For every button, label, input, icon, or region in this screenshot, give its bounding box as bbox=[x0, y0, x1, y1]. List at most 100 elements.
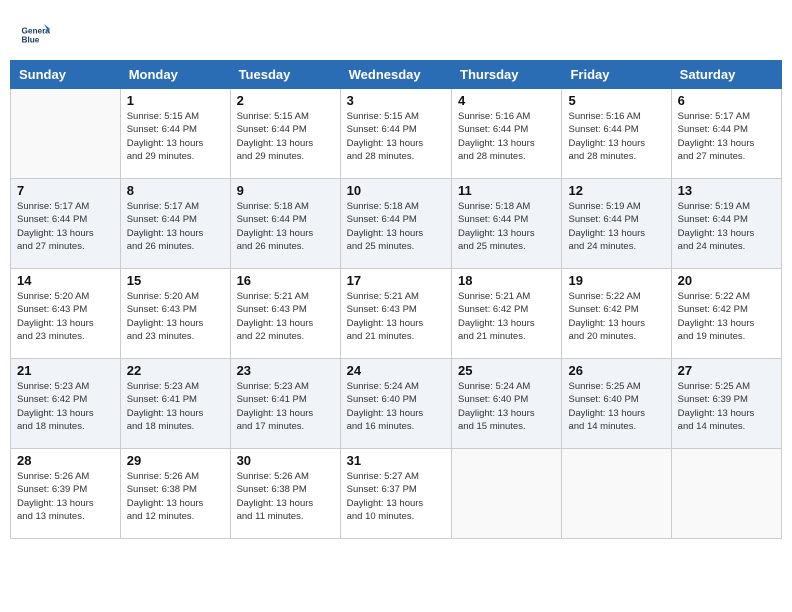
day-number: 26 bbox=[568, 363, 664, 378]
calendar-cell: 12Sunrise: 5:19 AM Sunset: 6:44 PM Dayli… bbox=[562, 179, 671, 269]
day-number: 21 bbox=[17, 363, 114, 378]
calendar-cell bbox=[452, 449, 562, 539]
header-sunday: Sunday bbox=[11, 61, 121, 89]
calendar-cell: 15Sunrise: 5:20 AM Sunset: 6:43 PM Dayli… bbox=[120, 269, 230, 359]
day-number: 2 bbox=[237, 93, 334, 108]
calendar-cell: 8 Sunrise: 5:17 AM Sunset: 6:44 PM Daylig… bbox=[120, 179, 230, 269]
header-thursday: Thursday bbox=[452, 61, 562, 89]
calendar-cell: 2 Sunrise: 5:15 AM Sunset: 6:44 PM Daylig… bbox=[230, 89, 340, 179]
day-info: Sunrise: 5:26 AM Sunset: 6:38 PM Dayligh… bbox=[237, 470, 334, 523]
calendar-cell: 1 Sunrise: 5:15 AM Sunset: 6:44 PM Daylig… bbox=[120, 89, 230, 179]
calendar-table: SundayMondayTuesdayWednesdayThursdayFrid… bbox=[10, 60, 782, 539]
calendar-cell: 6Sunrise: 5:17 AM Sunset: 6:44 PM Daylig… bbox=[671, 89, 781, 179]
calendar-cell: 30Sunrise: 5:26 AM Sunset: 6:38 PM Dayli… bbox=[230, 449, 340, 539]
calendar-cell bbox=[671, 449, 781, 539]
day-info: Sunrise: 5:25 AM Sunset: 6:40 PM Dayligh… bbox=[568, 380, 664, 433]
day-number: 28 bbox=[17, 453, 114, 468]
day-number: 22 bbox=[127, 363, 224, 378]
calendar-week-1: 1 Sunrise: 5:15 AM Sunset: 6:44 PM Daylig… bbox=[11, 89, 782, 179]
calendar-cell: 3 Sunrise: 5:15 AM Sunset: 6:44 PM Daylig… bbox=[340, 89, 451, 179]
day-number: 1 bbox=[127, 93, 224, 108]
calendar-cell: 27Sunrise: 5:25 AM Sunset: 6:39 PM Dayli… bbox=[671, 359, 781, 449]
calendar-cell: 4 Sunrise: 5:16 AM Sunset: 6:44 PM Daylig… bbox=[452, 89, 562, 179]
day-number: 5 bbox=[568, 93, 664, 108]
calendar-cell: 28 Sunrise: 5:26 AM Sunset: 6:39 PM Dayli… bbox=[11, 449, 121, 539]
calendar-cell bbox=[11, 89, 121, 179]
header-wednesday: Wednesday bbox=[340, 61, 451, 89]
day-info: Sunrise: 5:19 AM Sunset: 6:44 PM Dayligh… bbox=[678, 200, 775, 253]
day-number: 16 bbox=[237, 273, 334, 288]
logo: General Blue bbox=[20, 20, 52, 50]
day-number: 3 bbox=[347, 93, 445, 108]
day-info: Sunrise: 5:21 AM Sunset: 6:43 PM Dayligh… bbox=[347, 290, 445, 343]
day-number: 19 bbox=[568, 273, 664, 288]
calendar-cell: 25 Sunrise: 5:24 AM Sunset: 6:40 PM Dayli… bbox=[452, 359, 562, 449]
day-number: 7 bbox=[17, 183, 114, 198]
day-info: Sunrise: 5:16 AM Sunset: 6:44 PM Dayligh… bbox=[568, 110, 664, 163]
day-info: Sunrise: 5:15 AM Sunset: 6:44 PM Dayligh… bbox=[127, 110, 224, 163]
calendar-cell: 13 Sunrise: 5:19 AM Sunset: 6:44 PM Dayli… bbox=[671, 179, 781, 269]
day-number: 24 bbox=[347, 363, 445, 378]
day-info: Sunrise: 5:26 AM Sunset: 6:39 PM Dayligh… bbox=[17, 470, 114, 523]
day-number: 8 bbox=[127, 183, 224, 198]
calendar-week-3: 14 Sunrise: 5:20 AM Sunset: 6:43 PM Dayli… bbox=[11, 269, 782, 359]
day-info: Sunrise: 5:17 AM Sunset: 6:44 PM Dayligh… bbox=[127, 200, 224, 253]
day-info: Sunrise: 5:26 AM Sunset: 6:38 PM Dayligh… bbox=[127, 470, 224, 523]
logo-icon: General Blue bbox=[20, 20, 50, 50]
day-info: Sunrise: 5:23 AM Sunset: 6:41 PM Dayligh… bbox=[127, 380, 224, 433]
day-number: 17 bbox=[347, 273, 445, 288]
day-number: 4 bbox=[458, 93, 555, 108]
day-info: Sunrise: 5:18 AM Sunset: 6:44 PM Dayligh… bbox=[347, 200, 445, 253]
day-number: 18 bbox=[458, 273, 555, 288]
calendar-cell: 11 Sunrise: 5:18 AM Sunset: 6:44 PM Dayli… bbox=[452, 179, 562, 269]
header-friday: Friday bbox=[562, 61, 671, 89]
page-header: General Blue bbox=[10, 10, 782, 55]
calendar-cell: 5 Sunrise: 5:16 AM Sunset: 6:44 PM Daylig… bbox=[562, 89, 671, 179]
day-number: 23 bbox=[237, 363, 334, 378]
day-info: Sunrise: 5:19 AM Sunset: 6:44 PM Dayligh… bbox=[568, 200, 664, 253]
calendar-week-4: 21 Sunrise: 5:23 AM Sunset: 6:42 PM Dayli… bbox=[11, 359, 782, 449]
day-number: 25 bbox=[458, 363, 555, 378]
day-info: Sunrise: 5:18 AM Sunset: 6:44 PM Dayligh… bbox=[237, 200, 334, 253]
calendar-cell: 7 Sunrise: 5:17 AM Sunset: 6:44 PM Daylig… bbox=[11, 179, 121, 269]
day-number: 14 bbox=[17, 273, 114, 288]
day-info: Sunrise: 5:22 AM Sunset: 6:42 PM Dayligh… bbox=[678, 290, 775, 343]
calendar-cell: 20 Sunrise: 5:22 AM Sunset: 6:42 PM Dayli… bbox=[671, 269, 781, 359]
day-info: Sunrise: 5:21 AM Sunset: 6:43 PM Dayligh… bbox=[237, 290, 334, 343]
day-info: Sunrise: 5:16 AM Sunset: 6:44 PM Dayligh… bbox=[458, 110, 555, 163]
day-info: Sunrise: 5:24 AM Sunset: 6:40 PM Dayligh… bbox=[347, 380, 445, 433]
calendar-week-2: 7 Sunrise: 5:17 AM Sunset: 6:44 PM Daylig… bbox=[11, 179, 782, 269]
day-number: 13 bbox=[678, 183, 775, 198]
calendar-cell: 16 Sunrise: 5:21 AM Sunset: 6:43 PM Dayli… bbox=[230, 269, 340, 359]
svg-text:Blue: Blue bbox=[22, 36, 40, 45]
day-info: Sunrise: 5:22 AM Sunset: 6:42 PM Dayligh… bbox=[568, 290, 664, 343]
calendar-cell: 9 Sunrise: 5:18 AM Sunset: 6:44 PM Daylig… bbox=[230, 179, 340, 269]
calendar-cell: 29 Sunrise: 5:26 AM Sunset: 6:38 PM Dayli… bbox=[120, 449, 230, 539]
day-info: Sunrise: 5:15 AM Sunset: 6:44 PM Dayligh… bbox=[237, 110, 334, 163]
day-number: 11 bbox=[458, 183, 555, 198]
day-info: Sunrise: 5:23 AM Sunset: 6:42 PM Dayligh… bbox=[17, 380, 114, 433]
calendar-cell: 31Sunrise: 5:27 AM Sunset: 6:37 PM Dayli… bbox=[340, 449, 451, 539]
day-info: Sunrise: 5:15 AM Sunset: 6:44 PM Dayligh… bbox=[347, 110, 445, 163]
day-number: 10 bbox=[347, 183, 445, 198]
calendar-cell: 19 Sunrise: 5:22 AM Sunset: 6:42 PM Dayli… bbox=[562, 269, 671, 359]
header-tuesday: Tuesday bbox=[230, 61, 340, 89]
day-info: Sunrise: 5:18 AM Sunset: 6:44 PM Dayligh… bbox=[458, 200, 555, 253]
calendar-cell bbox=[562, 449, 671, 539]
day-info: Sunrise: 5:21 AM Sunset: 6:42 PM Dayligh… bbox=[458, 290, 555, 343]
calendar-cell: 26 Sunrise: 5:25 AM Sunset: 6:40 PM Dayli… bbox=[562, 359, 671, 449]
day-info: Sunrise: 5:25 AM Sunset: 6:39 PM Dayligh… bbox=[678, 380, 775, 433]
day-info: Sunrise: 5:23 AM Sunset: 6:41 PM Dayligh… bbox=[237, 380, 334, 433]
day-info: Sunrise: 5:24 AM Sunset: 6:40 PM Dayligh… bbox=[458, 380, 555, 433]
day-info: Sunrise: 5:17 AM Sunset: 6:44 PM Dayligh… bbox=[17, 200, 114, 253]
calendar-cell: 24 Sunrise: 5:24 AM Sunset: 6:40 PM Dayli… bbox=[340, 359, 451, 449]
day-info: Sunrise: 5:20 AM Sunset: 6:43 PM Dayligh… bbox=[17, 290, 114, 343]
calendar-cell: 17 Sunrise: 5:21 AM Sunset: 6:43 PM Dayli… bbox=[340, 269, 451, 359]
day-number: 9 bbox=[237, 183, 334, 198]
day-info: Sunrise: 5:17 AM Sunset: 6:44 PM Dayligh… bbox=[678, 110, 775, 163]
calendar-cell: 14 Sunrise: 5:20 AM Sunset: 6:43 PM Dayli… bbox=[11, 269, 121, 359]
day-number: 29 bbox=[127, 453, 224, 468]
calendar-cell: 21 Sunrise: 5:23 AM Sunset: 6:42 PM Dayli… bbox=[11, 359, 121, 449]
day-number: 20 bbox=[678, 273, 775, 288]
day-info: Sunrise: 5:20 AM Sunset: 6:43 PM Dayligh… bbox=[127, 290, 224, 343]
